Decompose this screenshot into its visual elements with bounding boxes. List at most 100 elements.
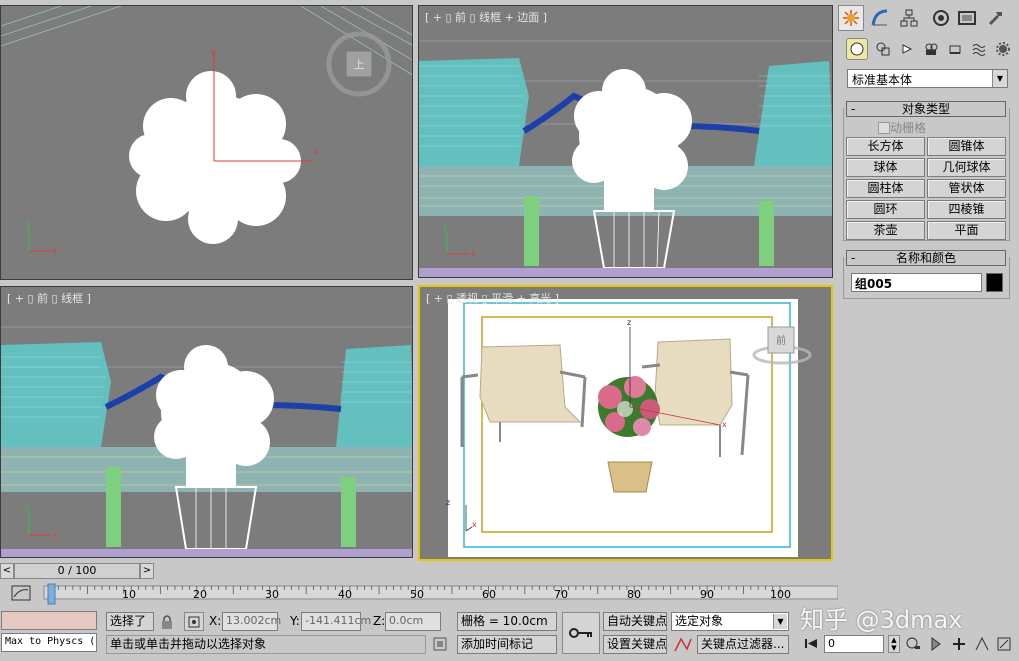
fov-icon [975,636,989,651]
set-key-button[interactable]: 设置关键点 [603,635,667,654]
svg-text:y: y [26,219,31,228]
collapse-icon[interactable]: - [851,102,855,116]
display-icon[interactable] [954,5,980,31]
cylinder-button[interactable]: 圆柱体 [846,179,925,198]
object-type-header[interactable]: - 对象类型 [846,101,1006,117]
sphere-button[interactable]: 球体 [846,158,925,177]
modify-icon[interactable] [867,5,893,31]
front-edged-scene: z x [419,6,832,277]
curve-editor-icon [11,585,31,601]
maxscript-mini-listener[interactable] [1,611,97,630]
front-wire-scene: z x [1,326,412,557]
time-tag-icon[interactable] [433,637,447,654]
viewcube-label: 前 [776,334,786,347]
shapes-icon[interactable] [872,38,894,60]
plane-button[interactable]: 平面 [927,221,1006,240]
category-value: 标准基本体 [852,73,913,87]
time-slider[interactable]: 0 / 100 [14,563,140,579]
maxscript-input[interactable]: Max to Physcs ( [1,633,97,652]
z-label: Z: [373,614,386,628]
tick-label: 70 [554,588,568,601]
x-coordinate-field[interactable]: 13.002cm [222,612,281,631]
y-label: Y: [290,614,300,628]
go-to-start-icon[interactable] [802,634,820,653]
helpers-icon[interactable] [944,38,966,60]
viewport-label[interactable]: [ + ▯ 透视 ▯ 平滑 + 高光 ] [426,290,559,306]
lock-icon[interactable] [160,614,174,633]
viewport-label[interactable]: [ + ▯ 前 ▯ 线框 ] [7,290,91,306]
category-dropdown[interactable]: 标准基本体 ▼ [847,69,1008,88]
object-color-swatch[interactable] [986,273,1003,292]
viewport-front-wire[interactable]: [ + ▯ 前 ▯ 线框 ] z x [0,286,413,558]
svg-text:x: x [52,246,57,255]
track-bar[interactable]: 10 20 30 40 50 60 70 80 90 100 [0,580,839,608]
tick-label: 60 [482,588,496,601]
key-mode-dropdown[interactable]: 选定对象 ▼ [671,612,789,631]
collapse-icon[interactable]: - [851,251,855,265]
cameras-icon[interactable] [920,38,942,60]
y-coordinate-field[interactable]: -141.411cm [301,612,371,631]
tick-label: 10 [122,588,136,601]
chevron-down-icon[interactable]: ▼ [992,70,1007,87]
grid-size: 栅格 = 10.0cm [457,612,557,631]
cone-button[interactable]: 圆锥体 [927,137,1006,156]
command-panel-tabs [838,5,1019,31]
key-filters-button[interactable]: 关键点过滤器... [697,635,789,654]
box-button[interactable]: 长方体 [846,137,925,156]
frame-spinner[interactable]: ▲ ▼ [888,635,900,653]
watermark-text: 知乎 @3dmax [800,606,963,634]
object-type-title: 对象类型 [901,102,950,116]
svg-text:z: z [25,504,29,513]
viewcube-label: 上 [354,58,365,71]
auto-key-button[interactable]: 自动关键点 [603,612,667,631]
svg-text:x: x [53,530,58,539]
systems-icon[interactable] [992,38,1014,60]
tick-label: 100 [770,588,791,601]
svg-text:y: y [211,47,216,56]
object-name-input[interactable]: 组005 [851,273,982,292]
svg-text:z: z [443,223,447,232]
transform-mode-icon[interactable] [184,612,204,631]
set-key-icon[interactable] [562,612,600,654]
geosphere-button[interactable]: 几何球体 [927,158,1006,177]
name-color-header[interactable]: - 名称和颜色 [846,250,1006,266]
key-tangent-icon[interactable] [673,635,693,654]
checkbox-box[interactable] [878,121,890,134]
orbit-icon [931,637,941,651]
svg-text:x: x [472,520,477,529]
viewport-perspective[interactable]: [ + ▯ 透视 ▯ 平滑 + 高光 ] z x z x 前 [418,285,833,561]
motion-icon[interactable] [928,5,954,31]
name-color-title: 名称和颜色 [895,251,956,265]
spacewarps-icon[interactable] [968,38,990,60]
utilities-icon[interactable] [983,5,1009,31]
create-icon[interactable] [838,5,864,31]
plant-top-silhouette [129,71,301,244]
maximize-viewport-icon [997,637,1011,651]
key-mode-value: 选定对象 [675,614,724,628]
viewport-label[interactable]: [ + ▯ 前 ▯ 线框 + 边面 ] [425,9,547,25]
prompt-line: 单击或单击并拖动以选择对象 [106,635,426,654]
z-coordinate-field[interactable]: 0.0cm [385,612,441,631]
selection-count: 选择了 [106,612,154,631]
tube-button[interactable]: 管状体 [927,179,1006,198]
svg-text:z: z [446,498,450,507]
pyramid-button[interactable]: 四棱锥 [927,200,1006,219]
x-label: X: [209,614,222,628]
teapot-button[interactable]: 茶壶 [846,221,925,240]
time-prev-button[interactable]: < [0,563,14,579]
tick-label: 50 [410,588,424,601]
add-time-tag-button[interactable]: 添加时间标记 [457,635,557,654]
tick-label: 90 [700,588,714,601]
geometry-icon[interactable] [846,38,868,60]
tick-label: 20 [193,588,207,601]
torus-button[interactable]: 圆环 [846,200,925,219]
tick-label: 40 [338,588,352,601]
viewport-top[interactable]: 上 y x y x [0,5,413,280]
time-next-button[interactable]: > [140,563,154,579]
hierarchy-icon[interactable] [896,5,922,31]
current-frame-field[interactable]: 0 [824,635,884,653]
viewport-front-edged[interactable]: [ + ▯ 前 ▯ 线框 + 边面 ] z x [418,5,833,278]
lights-icon[interactable] [896,38,918,60]
chevron-down-icon[interactable]: ▼ [773,614,787,629]
autogrid-checkbox[interactable]: 自动栅格 [878,119,926,136]
